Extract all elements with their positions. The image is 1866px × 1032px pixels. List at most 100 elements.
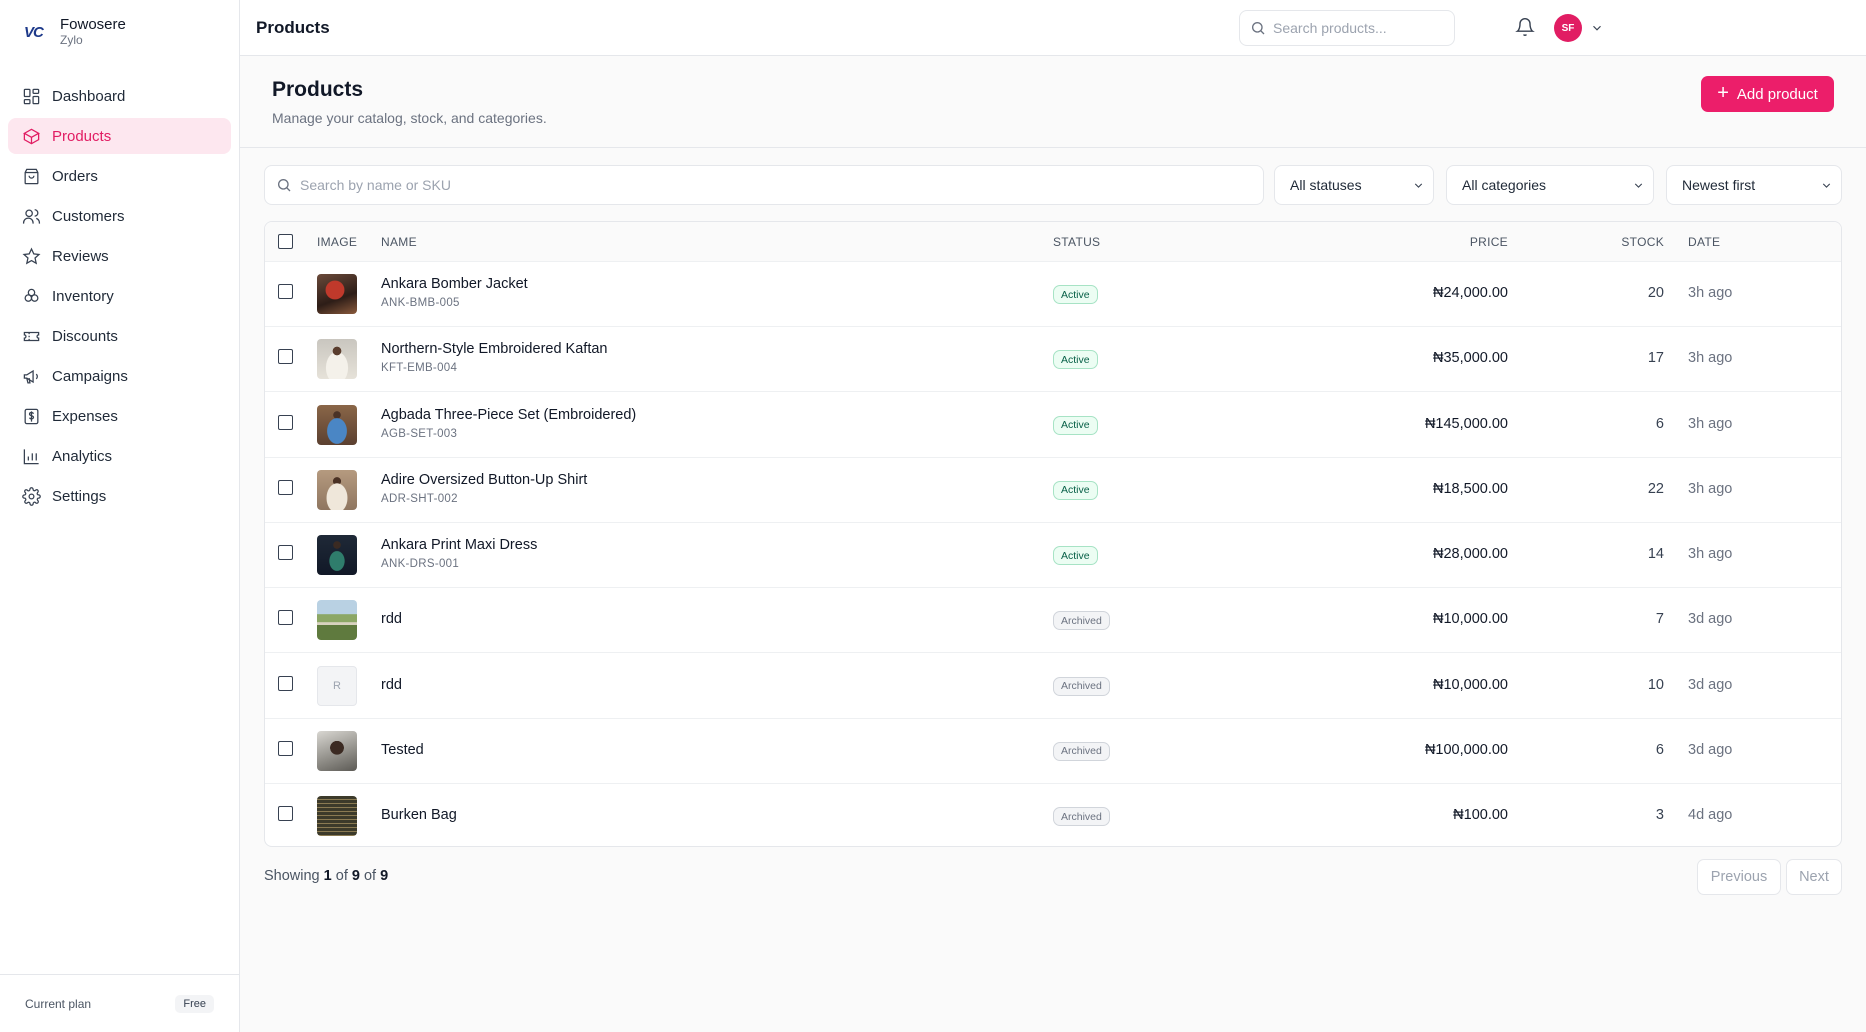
chevron-down-icon	[1634, 182, 1643, 188]
table-row[interactable]: Ankara Print Maxi Dress ANK-DRS-001 Active…	[265, 523, 1841, 588]
row-checkbox[interactable]	[278, 675, 293, 691]
column-header-name[interactable]: NAME	[381, 235, 417, 249]
sidebar-item-analytics[interactable]: Analytics	[8, 438, 231, 474]
page-subtitle: Manage your catalog, stock, and categori…	[272, 110, 547, 126]
sidebar-item-reviews[interactable]: Reviews	[8, 238, 231, 274]
table-row[interactable]: Northern-Style Embroidered Kaftan KFT-EMB…	[265, 327, 1841, 393]
sidebar-item-campaigns[interactable]: Campaigns	[8, 358, 231, 394]
status-badge: Archived	[1053, 807, 1110, 826]
table-row[interactable]: Tested Archived ₦100,000.00 6 3d ago	[265, 719, 1841, 784]
category-filter-value: All categories	[1462, 177, 1547, 193]
brand-logo: VC	[24, 23, 44, 41]
product-name[interactable]: rdd	[381, 611, 402, 627]
table-row[interactable]: Ankara Bomber Jacket ANK-BMB-005 Active ₦24…	[265, 262, 1841, 327]
column-header-status[interactable]: STATUS	[1053, 235, 1100, 249]
product-date: 3h ago	[1688, 350, 1733, 367]
product-price: ₦10,000.00	[1433, 676, 1508, 693]
product-name[interactable]: Burken Bag	[381, 807, 457, 823]
sidebar-item-settings[interactable]: Settings	[8, 478, 231, 514]
product-stock: 22	[1647, 480, 1664, 497]
sidebar-item-discounts[interactable]: Discounts	[8, 318, 231, 354]
product-name[interactable]: Northern-Style Embroidered Kaftan	[381, 341, 607, 357]
row-checkbox[interactable]	[278, 284, 293, 299]
product-name[interactable]: Tested	[381, 742, 424, 758]
row-checkbox[interactable]	[278, 349, 293, 365]
product-thumbnail	[317, 600, 357, 641]
next-page-button[interactable]: Next	[1786, 859, 1842, 895]
sidebar: VC Fowosere Zylo Dashboard Products Orders…	[0, 0, 240, 1032]
product-sku: ANK-BMB-005	[381, 297, 460, 309]
add-product-button[interactable]: + Add product	[1701, 76, 1834, 112]
product-price: ₦145,000.00	[1424, 415, 1508, 432]
row-checkbox[interactable]	[278, 545, 293, 560]
table-search[interactable]	[264, 165, 1264, 205]
column-header-stock[interactable]: STOCK	[1621, 235, 1664, 249]
sort-select[interactable]: Newest first	[1666, 165, 1842, 205]
product-name[interactable]: Agbada Three-Piece Set (Embroidered)	[381, 407, 636, 423]
product-name[interactable]: Ankara Bomber Jacket	[381, 276, 528, 292]
status-filter-value: All statuses	[1290, 177, 1362, 193]
row-checkbox[interactable]	[278, 479, 293, 495]
product-stock: 14	[1647, 546, 1664, 562]
star-icon	[21, 246, 41, 266]
product-search-input[interactable]	[1273, 20, 1433, 36]
sidebar-item-label: Analytics	[52, 447, 113, 465]
sidebar-item-customers[interactable]: Customers	[8, 198, 231, 234]
category-filter[interactable]: All categories	[1446, 165, 1654, 205]
status-badge: Active	[1053, 350, 1098, 370]
row-checkbox[interactable]	[278, 610, 293, 626]
column-header-date[interactable]: DATE	[1688, 235, 1720, 249]
products-table: IMAGE NAME STATUS PRICE STOCK DATE Ankar…	[264, 221, 1842, 847]
product-name[interactable]: Ankara Print Maxi Dress	[381, 537, 537, 553]
product-thumbnail: R	[317, 665, 357, 706]
gear-icon	[21, 486, 41, 506]
select-all-checkbox[interactable]	[278, 234, 293, 249]
sidebar-item-label: Orders	[52, 167, 98, 185]
sidebar-nav: Dashboard Products Orders Customers Reviews I…	[0, 78, 239, 514]
showing-from: 1	[323, 868, 332, 884]
sidebar-item-orders[interactable]: Orders	[8, 158, 231, 194]
table-row[interactable]: Burken Bag Archived ₦100.00 3 4d ago	[265, 784, 1841, 846]
table-row[interactable]: Rrdd Archived ₦10,000.00 10 3d ago	[265, 654, 1841, 719]
previous-page-button[interactable]: Previous	[1697, 859, 1781, 895]
status-filter[interactable]: All statuses	[1274, 165, 1434, 205]
brand[interactable]: VC Fowosere Zylo	[0, 0, 239, 64]
sidebar-item-expenses[interactable]: Expenses	[8, 398, 231, 434]
product-search[interactable]	[1239, 10, 1455, 46]
product-sku: KFT-EMB-004	[381, 362, 458, 375]
sidebar-item-label: Expenses	[52, 407, 118, 425]
sidebar-item-dashboard[interactable]: Dashboard	[8, 78, 231, 114]
table-search-input[interactable]	[300, 177, 1200, 193]
avatar[interactable]: SF	[1554, 14, 1582, 42]
column-header-price[interactable]: PRICE	[1470, 235, 1508, 249]
sidebar-item-inventory[interactable]: Inventory	[8, 278, 231, 314]
plus-icon: +	[1717, 82, 1729, 104]
account-menu-button[interactable]	[1590, 21, 1604, 35]
product-price: ₦18,500.00	[1433, 480, 1508, 497]
plan-badge: Free	[175, 994, 214, 1013]
box-icon	[21, 126, 41, 146]
notifications-button[interactable]	[1515, 17, 1537, 39]
product-thumbnail	[317, 404, 357, 445]
product-stock: 10	[1647, 676, 1664, 693]
sidebar-item-label: Settings	[52, 487, 107, 505]
row-checkbox[interactable]	[278, 414, 293, 430]
add-product-label: Add product	[1736, 85, 1818, 103]
product-date: 3d ago	[1688, 611, 1733, 628]
shopping-bag-icon	[21, 166, 41, 186]
dashboard-icon	[21, 86, 41, 106]
status-badge: Archived	[1053, 676, 1110, 696]
product-stock: 17	[1647, 350, 1664, 367]
search-icon	[1252, 22, 1265, 35]
table-row[interactable]: Adire Oversized Button-Up Shirt ADR-SHT-0…	[265, 458, 1841, 523]
sidebar-item-products[interactable]: Products	[8, 118, 231, 154]
product-name[interactable]: Adire Oversized Button-Up Shirt	[381, 472, 587, 488]
table-row[interactable]: rdd Archived ₦10,000.00 7 3d ago	[265, 588, 1841, 654]
table-row[interactable]: Agbada Three-Piece Set (Embroidered) AGB-…	[265, 393, 1841, 458]
row-checkbox[interactable]	[278, 806, 293, 821]
brand-name: Fowosere	[60, 16, 126, 34]
product-name[interactable]: rdd	[381, 677, 402, 693]
row-checkbox[interactable]	[278, 740, 293, 756]
product-date: 3d ago	[1688, 676, 1733, 693]
product-thumbnail	[317, 274, 357, 314]
